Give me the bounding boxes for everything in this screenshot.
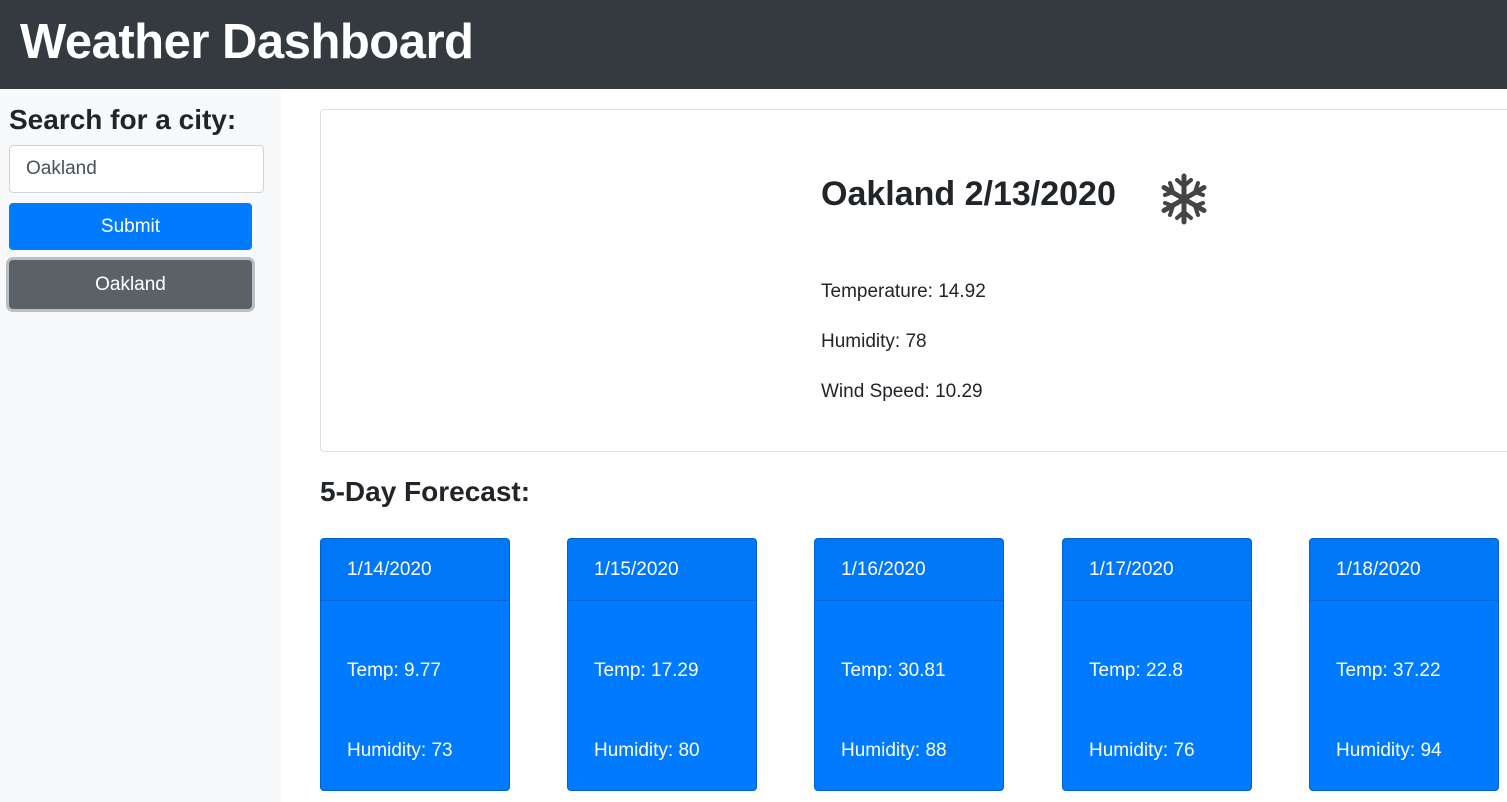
forecast-humidity: Humidity: 94 [1336,740,1442,761]
forecast-card: 1/17/2020 Temp: 22.8 Humidity: 76 [1062,538,1252,791]
sidebar: Search for a city: Submit Oakland [0,89,281,802]
current-weather-card: Oakland 2/13/2020 Temperature: 14.92 Hum… [320,109,1507,452]
current-wind-speed: Wind Speed: 10.29 [821,381,983,402]
forecast-temp: Temp: 30.81 [841,660,946,681]
submit-button[interactable]: Submit [9,203,252,250]
forecast-card: 1/14/2020 Temp: 9.77 Humidity: 73 [320,538,510,791]
forecast-date: 1/14/2020 [321,539,509,601]
forecast-date: 1/17/2020 [1063,539,1251,601]
forecast-temp: Temp: 17.29 [594,660,699,681]
forecast-temp: Temp: 22.8 [1089,660,1183,681]
forecast-humidity: Humidity: 80 [594,740,700,761]
app-header: Weather Dashboard [0,0,1507,89]
current-temperature: Temperature: 14.92 [821,281,986,302]
forecast-date: 1/16/2020 [815,539,1003,601]
city-search-input[interactable] [9,145,264,193]
forecast-card: 1/15/2020 Temp: 17.29 Humidity: 80 [567,538,757,791]
current-city-title: Oakland 2/13/2020 [821,175,1116,213]
forecast-temp: Temp: 37.22 [1336,660,1441,681]
forecast-date: 1/18/2020 [1310,539,1498,601]
forecast-heading: 5-Day Forecast: [320,476,531,507]
current-humidity: Humidity: 78 [821,331,927,352]
forecast-humidity: Humidity: 73 [347,740,453,761]
forecast-card: 1/16/2020 Temp: 30.81 Humidity: 88 [814,538,1004,791]
forecast-humidity: Humidity: 88 [841,740,947,761]
search-label: Search for a city: [9,104,237,135]
forecast-date: 1/15/2020 [568,539,756,601]
forecast-card: 1/18/2020 Temp: 37.22 Humidity: 94 [1309,538,1499,791]
forecast-humidity: Humidity: 76 [1089,740,1195,761]
snowflake-icon [1161,173,1207,225]
history-city-button[interactable]: Oakland [9,260,252,309]
page-title: Weather Dashboard [20,15,474,69]
forecast-temp: Temp: 9.77 [347,660,441,681]
